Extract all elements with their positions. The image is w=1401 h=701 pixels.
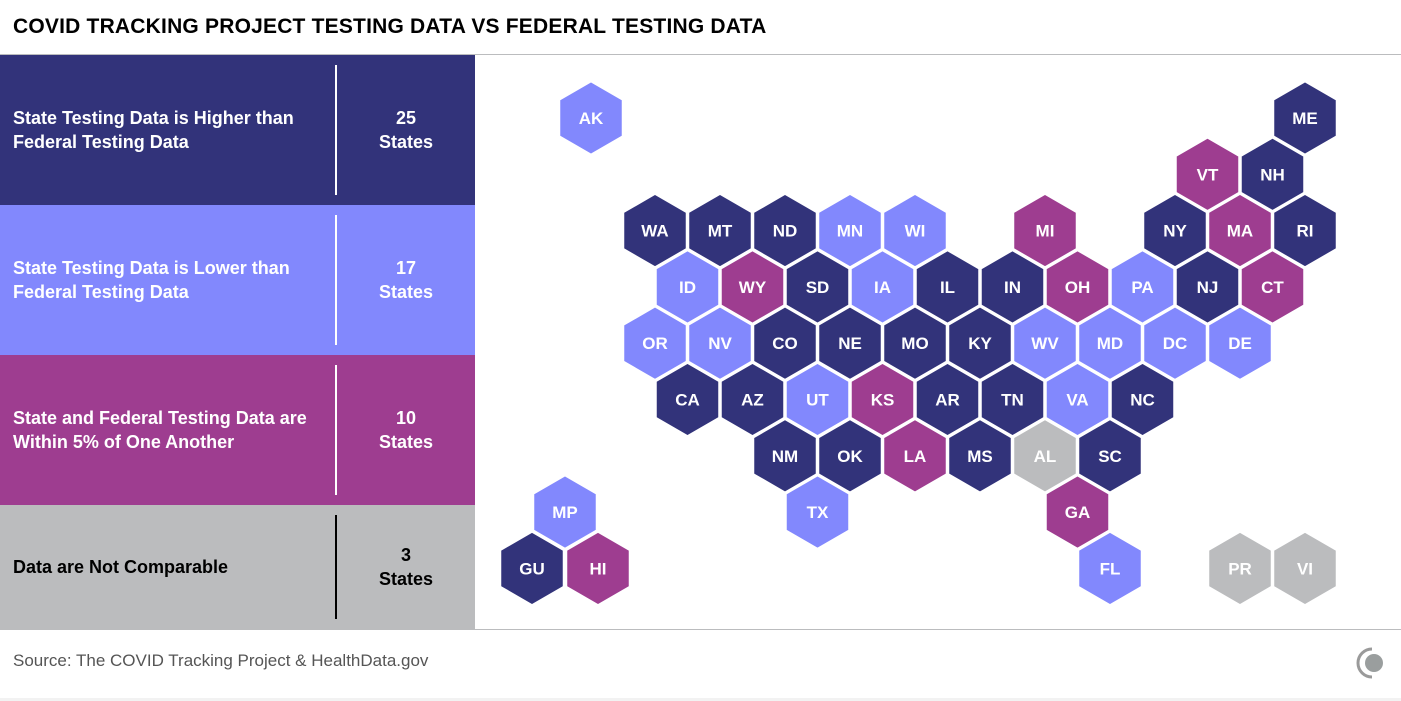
hex-label: MN: [837, 222, 863, 241]
hex-label: SD: [806, 278, 830, 297]
hex-label: NC: [1130, 391, 1155, 410]
hex-label: DC: [1163, 334, 1188, 353]
hex-label: MO: [901, 334, 928, 353]
legend-row-not-comparable: Data are Not Comparable 3 States: [0, 505, 475, 629]
legend-label: State Testing Data is Lower than Federal…: [13, 258, 290, 302]
legend-count-number: 10: [395, 408, 417, 428]
legend-count-unit: States: [378, 569, 434, 589]
hex-label: NH: [1260, 165, 1285, 184]
hex-map-svg: AK ME VT NH WA MT ND MN WI MI NY MA RI ID WY SD IA IL IN OH…: [498, 79, 1339, 607]
chart-title: COVID TRACKING PROJECT TESTING DATA VS F…: [13, 15, 767, 38]
hex-label: CA: [675, 391, 700, 410]
hex-label: MT: [708, 222, 733, 241]
hex-label: AL: [1034, 447, 1057, 466]
hex-label: MA: [1227, 222, 1253, 241]
hex-label: DE: [1228, 334, 1252, 353]
hex-label: GA: [1065, 503, 1091, 522]
hex-label: LA: [904, 447, 927, 466]
legend-count: 17 States: [337, 256, 475, 304]
hex-label: VT: [1197, 165, 1219, 184]
hex-label: PR: [1228, 559, 1252, 578]
hex-label: IL: [940, 278, 955, 297]
hex-label: TN: [1001, 391, 1024, 410]
hex-label: MD: [1097, 334, 1123, 353]
hex-label: CT: [1261, 278, 1284, 297]
legend-count-unit: States: [378, 432, 434, 452]
hex-label: FL: [1100, 559, 1121, 578]
legend-label: State Testing Data is Higher than Federa…: [13, 108, 294, 152]
legend-count: 3 States: [337, 543, 475, 591]
legend-row-higher: State Testing Data is Higher than Federa…: [0, 55, 475, 205]
hex-label: NY: [1163, 222, 1187, 241]
hex-label: HI: [590, 559, 607, 578]
hex-label: VA: [1066, 391, 1088, 410]
hex-label: NM: [772, 447, 798, 466]
legend-count: 10 States: [337, 406, 475, 454]
legend-row-lower: State Testing Data is Lower than Federal…: [0, 205, 475, 355]
hex-label: IA: [874, 278, 891, 297]
hex-label: MS: [967, 447, 993, 466]
legend-panel: State Testing Data is Higher than Federa…: [0, 55, 475, 629]
hex-label: NE: [838, 334, 862, 353]
hex-label: OK: [837, 447, 863, 466]
hex-label: OH: [1065, 278, 1091, 297]
hex-label: WV: [1031, 334, 1059, 353]
legend-count-unit: States: [378, 132, 434, 152]
hex-label: WY: [739, 278, 767, 297]
hex-label: OR: [642, 334, 668, 353]
hex-label: SC: [1098, 447, 1122, 466]
covid-tracking-logo-icon: [1356, 647, 1383, 679]
hex-label: AK: [579, 109, 604, 128]
hex-label: NV: [708, 334, 732, 353]
legend-count-number: 3: [400, 545, 411, 565]
hex-label: MP: [552, 503, 578, 522]
legend-label: State and Federal Testing Data are Withi…: [13, 408, 307, 452]
hex-label: GU: [519, 559, 545, 578]
hex-label: CO: [772, 334, 798, 353]
hex-label: TX: [807, 503, 829, 522]
legend-label: Data are Not Comparable: [13, 557, 229, 577]
hex-label: MI: [1036, 222, 1055, 241]
hex-label: KS: [871, 391, 895, 410]
hex-label: NJ: [1197, 278, 1219, 297]
legend-count-number: 17: [395, 258, 417, 278]
legend-count-unit: States: [378, 282, 434, 302]
hex-label: ME: [1292, 109, 1318, 128]
hex-label: ND: [773, 222, 798, 241]
hex-label: KY: [968, 334, 992, 353]
hex-tile-vi: VI: [1271, 529, 1339, 607]
legend-count: 25 States: [337, 106, 475, 154]
hex-label: ID: [679, 278, 696, 297]
legend-count-number: 25: [395, 108, 417, 128]
footer-divider: [0, 629, 1401, 630]
hex-tile-pr: PR: [1206, 529, 1274, 607]
hex-label: AR: [935, 391, 960, 410]
hex-label: IN: [1004, 278, 1021, 297]
legend-row-within: State and Federal Testing Data are Withi…: [0, 355, 475, 505]
hex-label: RI: [1297, 222, 1314, 241]
hex-map: AK ME VT NH WA MT ND MN WI MI NY MA RI ID WY SD IA IL IN OH…: [475, 55, 1401, 629]
hex-label: WA: [641, 222, 668, 241]
hex-tile-ak: AK: [557, 79, 625, 157]
hex-label: VI: [1297, 559, 1313, 578]
hex-label: AZ: [741, 391, 764, 410]
hex-label: WI: [905, 222, 926, 241]
hex-label: UT: [806, 391, 829, 410]
hex-label: PA: [1131, 278, 1153, 297]
source-note: Source: The COVID Tracking Project & Hea…: [13, 651, 429, 670]
